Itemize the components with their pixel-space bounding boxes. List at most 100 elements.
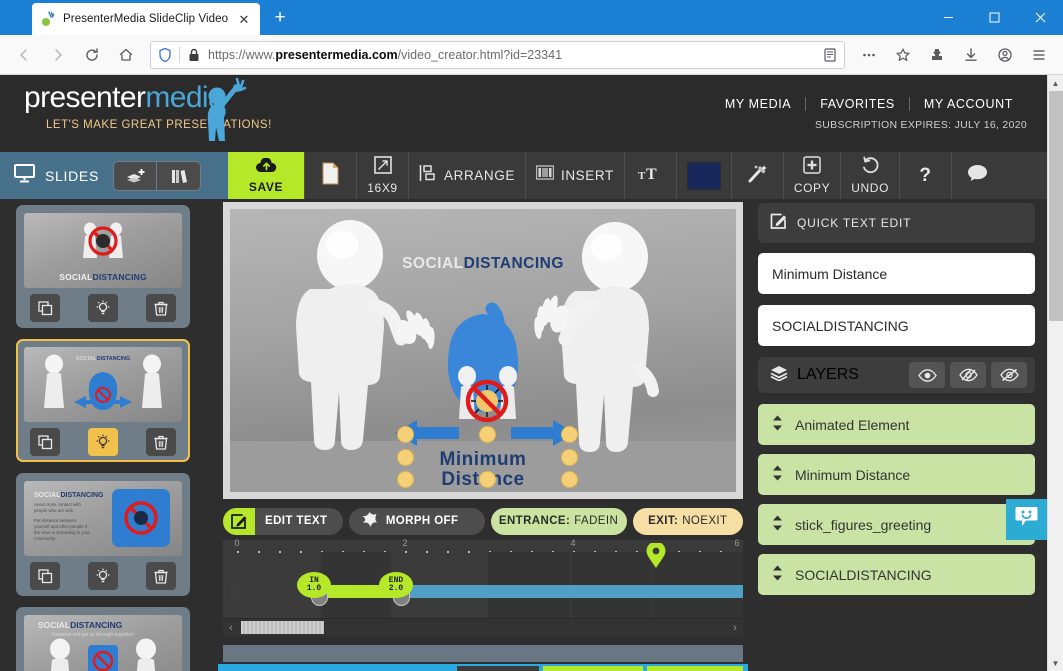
morph-toggle-button[interactable]: MORPH OFF (348, 507, 485, 535)
slide-library-button[interactable] (157, 160, 201, 191)
reorder-handle-icon[interactable] (772, 565, 783, 584)
reorder-handle-icon[interactable] (772, 465, 783, 484)
bottom-strip-segment[interactable] (647, 666, 743, 671)
padlock-icon[interactable] (186, 47, 202, 63)
feedback-button[interactable] (951, 152, 1003, 199)
layer-item-socialdistancing[interactable]: SOCIALDISTANCING (758, 554, 1035, 595)
slide-canvas[interactable]: SOCIALDISTANCING Minimum Distance (230, 209, 736, 492)
bottom-strip-bar[interactable] (223, 645, 743, 662)
header-links: MY MEDIA FAVORITES MY ACCOUNT (711, 97, 1027, 111)
color-picker-button[interactable] (675, 152, 731, 199)
text-size-button[interactable]: TT (623, 152, 676, 199)
layer-item-minimum-distance[interactable]: Minimum Distance (758, 454, 1035, 495)
delete-slide-icon[interactable] (146, 294, 176, 322)
in-marker-value: 1.0 (306, 584, 322, 593)
back-arrow-icon[interactable] (8, 39, 40, 71)
slide-thumbnail-2[interactable]: SOCIALDISTANCING (16, 339, 190, 462)
account-icon[interactable] (989, 39, 1021, 71)
reorder-handle-icon[interactable] (772, 415, 783, 434)
timeline-end-marker[interactable]: END 2.0 (379, 572, 413, 598)
selection-handle[interactable] (561, 471, 578, 488)
slide-thumbnail-4[interactable]: SOCIALDISTANCING Distance will get us th… (16, 607, 190, 671)
selection-handle[interactable] (397, 449, 414, 466)
timeline-in-marker[interactable]: IN 1.0 (297, 572, 331, 598)
url-bar[interactable]: https://www.presentermedia.com/video_cre… (150, 40, 845, 69)
bottom-strip-segment[interactable] (457, 666, 539, 671)
exit-effect-button[interactable]: EXIT: NOEXIT (632, 507, 743, 535)
new-tab-button[interactable]: + (266, 4, 294, 32)
link-my-account[interactable]: MY ACCOUNT (910, 97, 1027, 111)
url-text[interactable]: https://www.presentermedia.com/video_cre… (208, 48, 816, 62)
slide-effects-icon[interactable] (88, 562, 118, 590)
copy-button[interactable]: COPY (782, 152, 840, 199)
entrance-effect-button[interactable]: ENTRANCE: FADEIN (490, 507, 627, 535)
timeline-scroll-right[interactable]: › (727, 622, 743, 634)
reorder-handle-icon[interactable] (772, 515, 783, 534)
svg-text:people who are sick.: people who are sick. (34, 508, 74, 513)
edit-text-button[interactable]: EDIT TEXT (223, 507, 343, 535)
save-button[interactable]: SAVE (228, 152, 304, 199)
canvas-slide-title[interactable]: SOCIALDISTANCING (402, 255, 564, 273)
timeline-playhead[interactable] (646, 541, 666, 569)
quick-text-input-1[interactable]: Minimum Distance (758, 253, 1035, 294)
slide-effects-icon[interactable] (88, 428, 118, 456)
add-slide-button[interactable] (113, 160, 157, 191)
browser-tab[interactable]: PresenterMedia SlideClip Video ✕ (32, 3, 260, 35)
insert-button[interactable]: INSERT (524, 152, 624, 199)
slide-effects-icon[interactable] (88, 294, 118, 322)
minimize-button[interactable] (925, 0, 971, 35)
shield-icon[interactable] (157, 47, 173, 63)
page-scrollbar[interactable]: ▲ ▼ (1047, 75, 1063, 671)
arrange-button[interactable]: ARRANGE (408, 152, 525, 199)
eye-slash-all-icon[interactable] (950, 362, 986, 388)
link-favorites[interactable]: FAVORITES (806, 97, 909, 111)
eye-visible-icon[interactable] (909, 362, 945, 388)
selection-handle[interactable] (479, 471, 496, 488)
bookmark-star-icon[interactable] (887, 39, 919, 71)
timeline-scrollbar[interactable]: ‹ › (223, 618, 743, 636)
forward-arrow-icon[interactable] (42, 39, 74, 71)
duplicate-slide-icon[interactable] (30, 562, 60, 590)
help-button[interactable]: ? (899, 152, 951, 199)
eye-hidden-icon[interactable] (991, 362, 1027, 388)
delete-slide-icon[interactable] (146, 428, 176, 456)
home-icon[interactable] (110, 39, 142, 71)
timeline-scroll-left[interactable]: ‹ (223, 622, 239, 634)
page-actions-icon[interactable] (853, 39, 885, 71)
quick-text-input-2[interactable]: SOCIALDISTANCING (758, 305, 1035, 346)
page-scrollbar-thumb[interactable] (1049, 91, 1063, 321)
new-page-button[interactable] (304, 152, 356, 199)
delete-slide-icon[interactable] (146, 562, 176, 590)
maximize-button[interactable] (971, 0, 1017, 35)
timeline[interactable]: 0 2 4 6 IN 1.0 END 2.0 ‹ › (223, 538, 743, 636)
extensions-icon[interactable] (921, 39, 953, 71)
color-swatch[interactable] (686, 161, 721, 190)
bottom-strip-segment[interactable] (543, 666, 643, 671)
selection-handle[interactable] (397, 426, 414, 443)
aspect-ratio-button[interactable]: 16X9 (356, 152, 408, 199)
timeline-scroll-thumb[interactable] (241, 621, 324, 634)
layer-item-stick-figures-greeting[interactable]: stick_figures_greeting (758, 504, 1035, 545)
selection-handle[interactable] (479, 426, 496, 443)
reload-icon[interactable] (76, 39, 108, 71)
menu-hamburger-icon[interactable] (1023, 39, 1055, 71)
scroll-down-arrow-icon[interactable]: ▼ (1048, 655, 1063, 671)
selection-handle[interactable] (397, 471, 414, 488)
selection-handle[interactable] (561, 449, 578, 466)
layer-item-animated-element[interactable]: Animated Element (758, 404, 1035, 445)
slide-thumbnail-3[interactable]: SOCIALDISTANCING Avoid close contact wit… (16, 473, 190, 596)
slide-thumbnail-1[interactable]: SOCIALDISTANCING (16, 205, 190, 328)
effects-wand-button[interactable] (730, 152, 783, 199)
duplicate-slide-icon[interactable] (30, 428, 60, 456)
slide-thumbnail-panel[interactable]: SOCIALDISTANCING SOCIALDISTANCING SOCIAL… (0, 199, 218, 671)
close-button[interactable] (1017, 0, 1063, 35)
selection-handle[interactable] (561, 426, 578, 443)
reader-view-icon[interactable] (822, 47, 838, 63)
undo-button[interactable]: UNDO (840, 152, 899, 199)
tab-close-icon[interactable]: ✕ (236, 13, 252, 26)
link-my-media[interactable]: MY MEDIA (711, 97, 805, 111)
chat-support-button[interactable] (1006, 499, 1047, 540)
scroll-up-arrow-icon[interactable]: ▲ (1048, 75, 1063, 91)
downloads-icon[interactable] (955, 39, 987, 71)
duplicate-slide-icon[interactable] (30, 294, 60, 322)
